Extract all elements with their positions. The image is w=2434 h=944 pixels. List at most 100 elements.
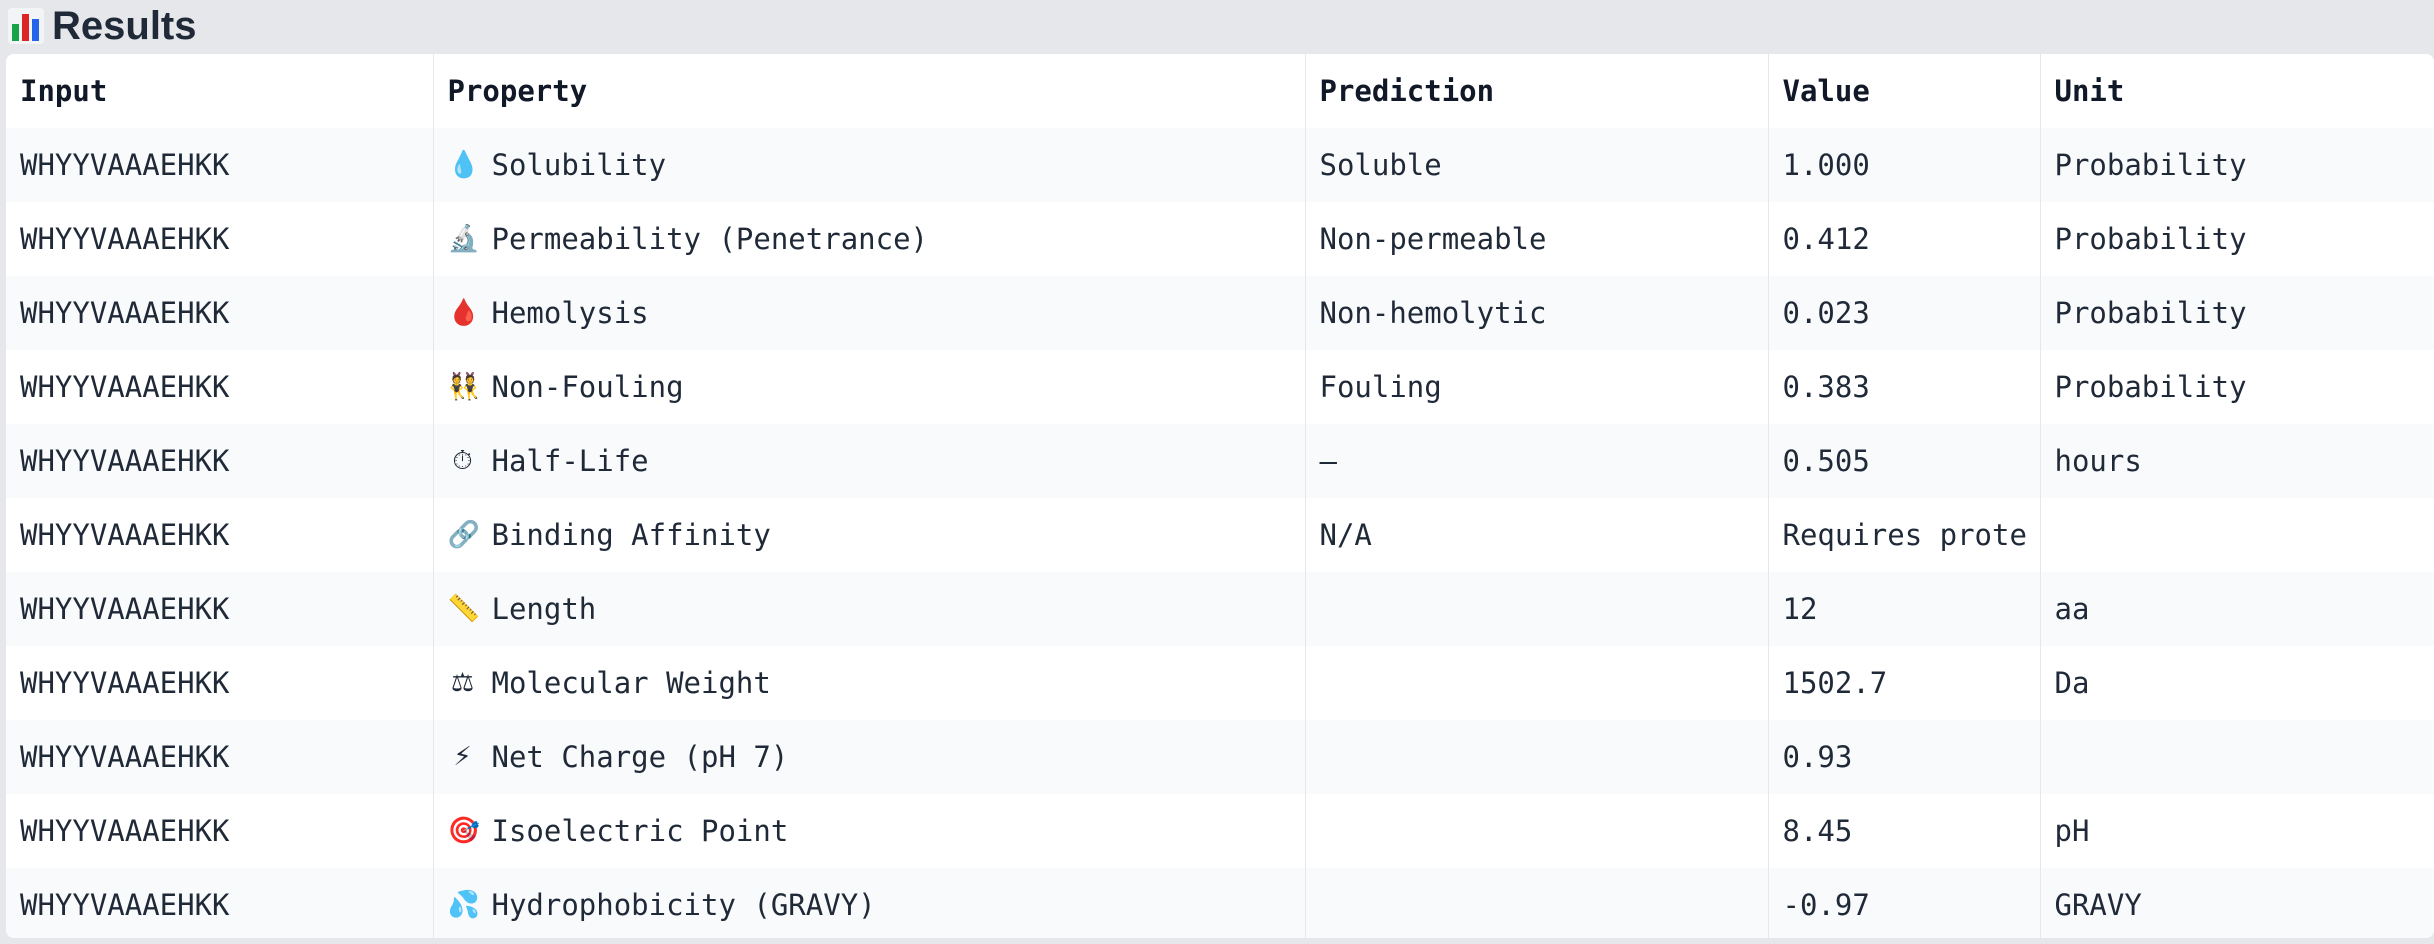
cell-prediction — [1305, 646, 1769, 720]
cell-property: 👯 Non-Fouling — [433, 350, 1306, 424]
results-table-container: Input Property Prediction Value Unit WHY… — [6, 54, 2434, 938]
cell-value: 12 — [1768, 572, 2041, 646]
results-panel: Results Input Property Prediction Value … — [0, 0, 2434, 944]
cell-input: WHYYVAAAEHKK — [6, 868, 434, 938]
table-body: WHYYVAAAEHKK 💧 Solubility Soluble 1.000 Proba… — [6, 128, 2434, 938]
table-row: WHYYVAAAEHKK 🔗 Binding Affinity N/A Requires… — [6, 498, 2434, 572]
table-row: WHYYVAAAEHKK 💦 Hydrophobicity (GRAVY) -0.97… — [6, 868, 2434, 938]
target-icon: 🎯 — [447, 816, 480, 846]
cell-property: 💦 Hydrophobicity (GRAVY) — [433, 868, 1306, 938]
property-label: Hemolysis — [491, 296, 649, 330]
cell-property: ⚡ Net Charge (pH 7) — [433, 720, 1306, 794]
cell-value: 8.45 — [1768, 794, 2041, 868]
blood-drop-icon: 🩸 — [447, 298, 480, 328]
cell-value: 0.023 — [1768, 276, 2041, 350]
cell-property: ⚖ Molecular Weight — [433, 646, 1306, 720]
cell-prediction — [1305, 794, 1769, 868]
table-row: WHYYVAAAEHKK ⚡ Net Charge (pH 7) 0.93 — [6, 720, 2434, 794]
property-label: Isoelectric Point — [491, 814, 789, 848]
table-row: WHYYVAAAEHKK 📏 Length 12 aa — [6, 572, 2434, 646]
lightning-icon: ⚡ — [453, 742, 472, 772]
cell-unit: aa — [2040, 572, 2434, 646]
cell-unit: Probability — [2040, 276, 2434, 350]
microscope-icon: 🔬 — [447, 224, 480, 254]
cell-unit: hours — [2040, 424, 2434, 498]
property-label-group: 👯 Non-Fouling — [448, 370, 1305, 404]
cell-unit: Da — [2040, 646, 2434, 720]
property-label: Half-Life — [491, 444, 649, 478]
cell-property: 📏 Length — [433, 572, 1306, 646]
cell-value: 0.383 — [1768, 350, 2041, 424]
stopwatch-icon: ⏱ — [452, 445, 473, 476]
cell-input: WHYYVAAAEHKK — [6, 128, 434, 202]
property-label: Net Charge (pH 7) — [491, 740, 789, 774]
property-label: Permeability (Penetrance) — [491, 222, 929, 256]
cell-input: WHYYVAAAEHKK — [6, 646, 434, 720]
column-header-input[interactable]: Input — [6, 54, 434, 128]
ruler-icon: 📏 — [447, 594, 480, 624]
cell-property: 🩸 Hemolysis — [433, 276, 1306, 350]
cell-value: -0.97 — [1768, 868, 2041, 938]
cell-value: 0.505 — [1768, 424, 2041, 498]
property-label: Solubility — [491, 148, 667, 182]
cell-prediction: N/A — [1305, 498, 1769, 572]
table-row: WHYYVAAAEHKK ⏱ Half-Life —0.505 hours — [6, 424, 2434, 498]
property-label-group: 🩸 Hemolysis — [448, 296, 1305, 330]
property-label: Non-Fouling — [491, 370, 684, 404]
cell-property: 🔗 Binding Affinity — [433, 498, 1306, 572]
property-label-group: ⏱ Half-Life — [448, 444, 1305, 478]
property-label: Hydrophobicity (GRAVY) — [491, 888, 876, 922]
cell-input: WHYYVAAAEHKK — [6, 498, 434, 572]
table-row: WHYYVAAAEHKK ⚖ Molecular Weight 1502.7 Da — [6, 646, 2434, 720]
cell-prediction: Non-hemolytic — [1305, 276, 1769, 350]
cell-value: Requires prote — [1768, 498, 2041, 572]
property-label: Molecular Weight — [491, 666, 771, 700]
property-label-group: 📏 Length — [448, 592, 1305, 626]
column-header-prediction[interactable]: Prediction — [1305, 54, 1769, 128]
cell-prediction: Fouling — [1305, 350, 1769, 424]
cell-input: WHYYVAAAEHKK — [6, 276, 434, 350]
cell-unit — [2040, 720, 2434, 794]
cell-unit: Probability — [2040, 128, 2434, 202]
property-label-group: 🔬 Permeability (Penetrance) — [448, 222, 1305, 256]
cell-value: 1502.7 — [1768, 646, 2041, 720]
table-header-row: Input Property Prediction Value Unit — [6, 54, 2434, 128]
cell-unit: pH — [2040, 794, 2434, 868]
cell-input: WHYYVAAAEHKK — [6, 720, 434, 794]
cell-input: WHYYVAAAEHKK — [6, 424, 434, 498]
property-label-group: 💦 Hydrophobicity (GRAVY) — [448, 888, 1305, 922]
property-label-group: ⚖ Molecular Weight — [448, 666, 1305, 700]
property-label: Length — [491, 592, 597, 626]
bar-chart-icon — [8, 8, 44, 44]
column-header-property[interactable]: Property — [433, 54, 1306, 128]
people-icon: 👯 — [447, 372, 480, 402]
cell-prediction — [1305, 572, 1769, 646]
cell-value: 0.93 — [1768, 720, 2041, 794]
results-header: Results — [0, 0, 2434, 52]
cell-input: WHYYVAAAEHKK — [6, 350, 434, 424]
cell-prediction: Non-permeable — [1305, 202, 1769, 276]
cell-unit: Probability — [2040, 202, 2434, 276]
cell-property: 🔬 Permeability (Penetrance) — [433, 202, 1306, 276]
cell-input: WHYYVAAAEHKK — [6, 794, 434, 868]
cell-prediction — [1305, 720, 1769, 794]
table-row: WHYYVAAAEHKK 👯 Non-Fouling Fouling 0.383 Prob… — [6, 350, 2434, 424]
column-header-unit[interactable]: Unit — [2040, 54, 2434, 128]
cell-value: 1.000 — [1768, 128, 2041, 202]
cell-property: 💧 Solubility — [433, 128, 1306, 202]
property-label-group: 💧 Solubility — [448, 148, 1305, 182]
table-row: WHYYVAAAEHKK 🩸 Hemolysis Non-hemolytic 0.023… — [6, 276, 2434, 350]
cell-input: WHYYVAAAEHKK — [6, 572, 434, 646]
cell-property: ⏱ Half-Life — [433, 424, 1306, 498]
column-header-value[interactable]: Value — [1768, 54, 2041, 128]
property-label-group: ⚡ Net Charge (pH 7) — [448, 740, 1305, 774]
results-table: Input Property Prediction Value Unit WHY… — [6, 54, 2434, 938]
cell-unit: GRAVY — [2040, 868, 2434, 938]
cell-input: WHYYVAAAEHKK — [6, 202, 434, 276]
table-row: WHYYVAAAEHKK 🎯 Isoelectric Point 8.45 pH — [6, 794, 2434, 868]
cell-value: 0.412 — [1768, 202, 2041, 276]
cell-prediction: — — [1305, 424, 1769, 498]
property-label-group: 🔗 Binding Affinity — [448, 518, 1305, 552]
cell-prediction — [1305, 868, 1769, 938]
cell-unit — [2040, 498, 2434, 572]
